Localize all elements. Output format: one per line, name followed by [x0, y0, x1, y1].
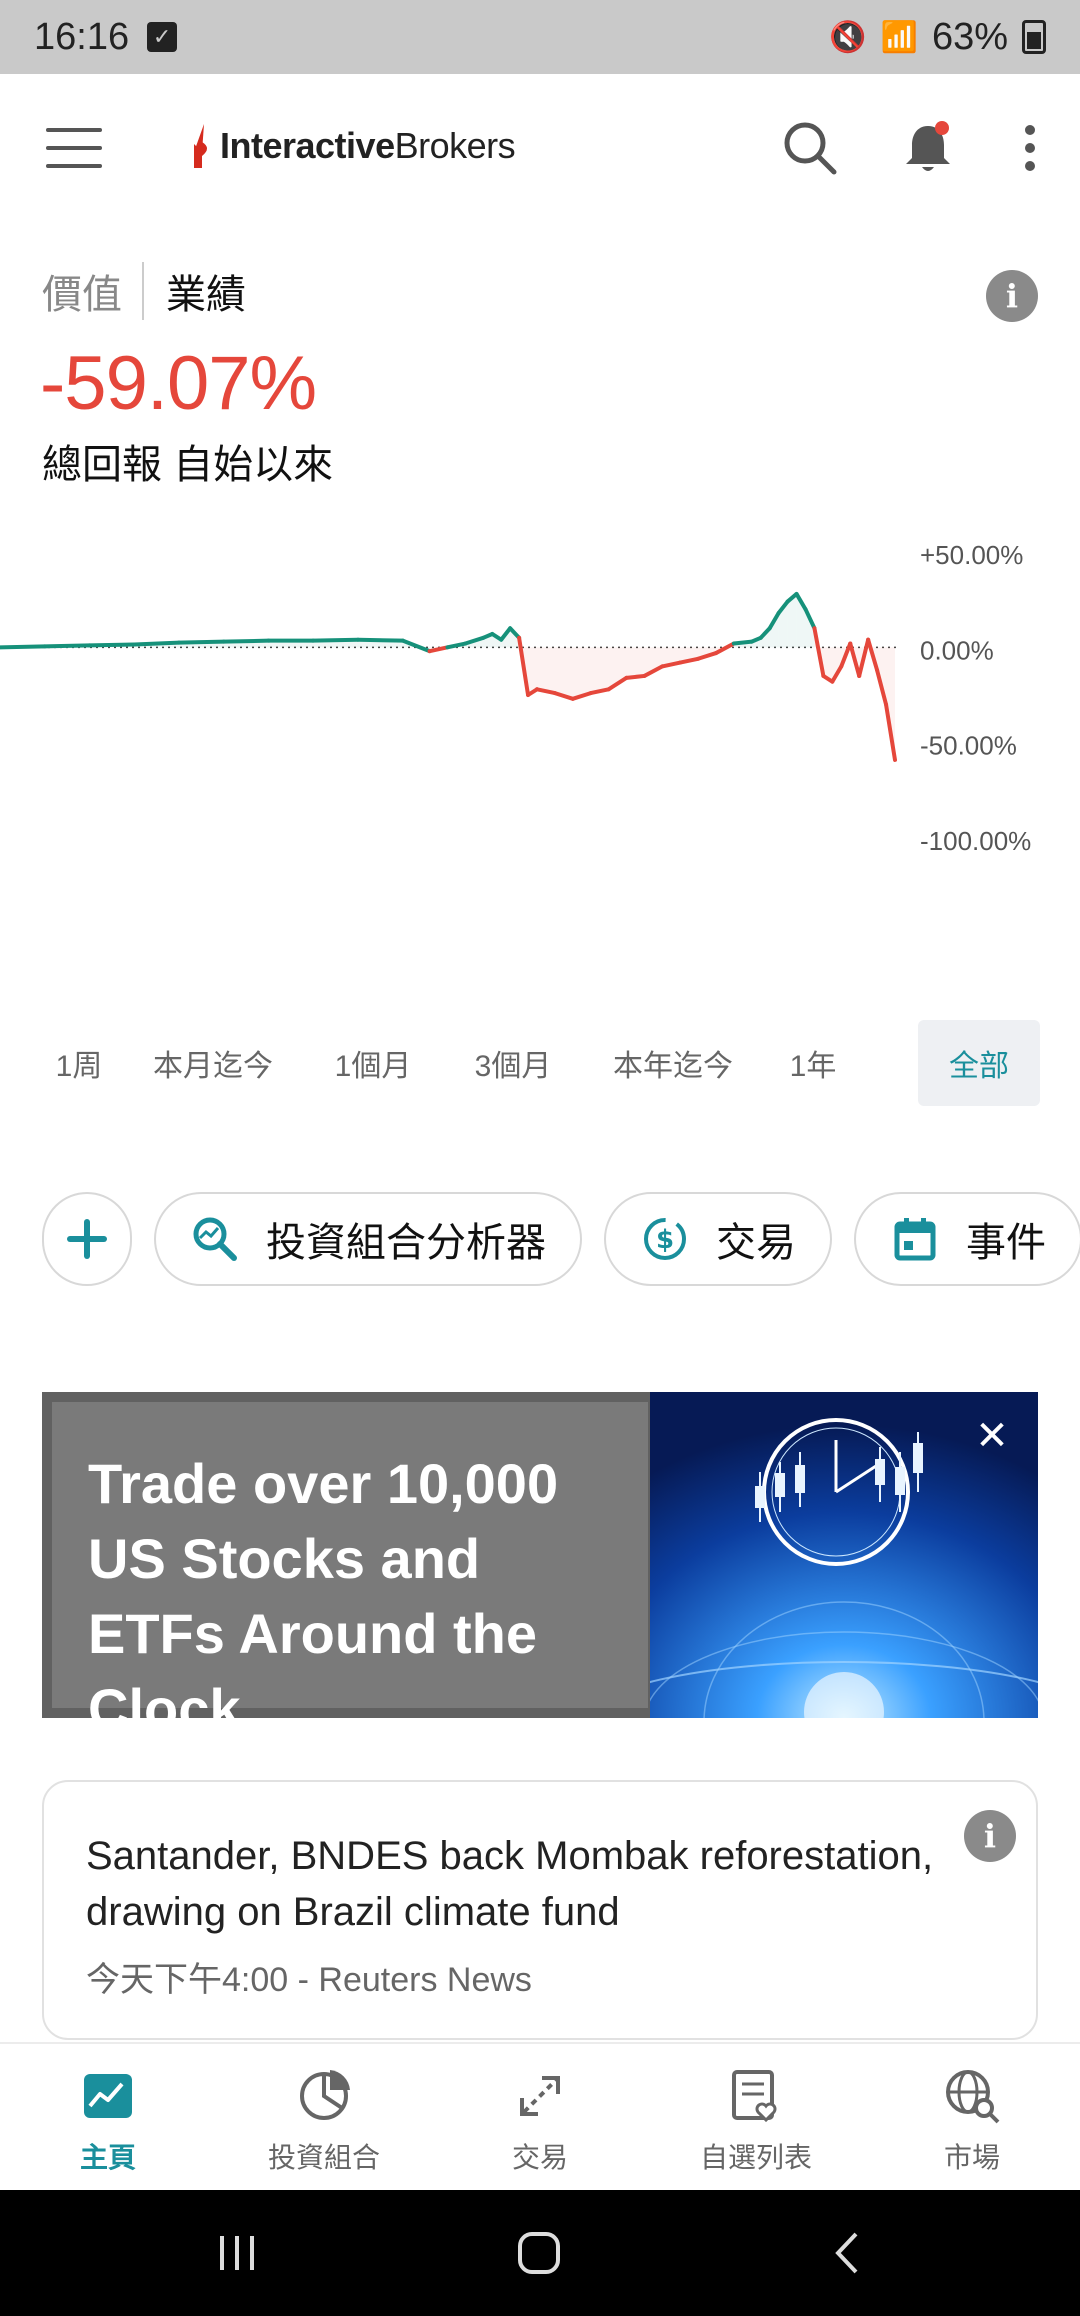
home-chart-icon	[84, 2074, 132, 2118]
news-card[interactable]: Santander, BNDES back Mombak reforestati…	[42, 1780, 1038, 2040]
nav-watchlist[interactable]: 自選列表	[648, 2044, 864, 2190]
portfolio-analyzer-label: 投資組合分析器	[266, 1221, 546, 1265]
chart-area-segment	[554, 647, 573, 699]
total-return-value: -59.07%	[40, 341, 317, 426]
nav-markets[interactable]: 市場	[864, 2044, 1080, 2190]
chart-line-segment	[177, 639, 226, 645]
interactive-brokers-logo: Interactive Brokers	[188, 122, 516, 170]
period-1w[interactable]: 1周	[40, 1020, 118, 1106]
status-bar: 16:16 ✓ 🔇 📶 63%	[0, 0, 1080, 74]
logo-text-bold: Interactive	[220, 125, 395, 166]
nav-portfolio-label: 投資組合	[267, 2142, 380, 2173]
portfolio-analyzer-button[interactable]: 投資組合分析器	[154, 1192, 582, 1286]
portfolio-pie-icon	[300, 2070, 350, 2120]
y-tick-label: +50.00%	[920, 540, 1023, 570]
portfolio-analyzer-icon	[193, 1217, 237, 1261]
chart-line-segment	[0, 644, 47, 650]
battery-icon	[1022, 20, 1046, 54]
news-info-icon[interactable]: i	[964, 1810, 1016, 1862]
nav-trade-label: 交易	[511, 2142, 568, 2173]
period-selector: 1周 本月迄今 1個月 3個月 本年迄今 1年 全部	[40, 1020, 1040, 1106]
nav-markets-label: 市場	[943, 2142, 1000, 2173]
chart-line-segment	[311, 637, 360, 643]
nav-home-label: 主頁	[79, 2142, 136, 2173]
chart-line-segment	[42, 643, 92, 649]
news-headline: Santander, BNDES back Mombak reforestati…	[86, 1834, 934, 1934]
recent-apps-icon[interactable]	[214, 2230, 260, 2276]
trade-arrows-icon	[520, 2076, 560, 2116]
chart-line-segment	[731, 639, 754, 646]
y-tick-label: -50.00%	[920, 731, 1017, 761]
total-return-label: 總回報 自始以來	[42, 443, 334, 487]
back-icon[interactable]	[826, 2230, 872, 2276]
status-time: 16:16	[34, 15, 130, 58]
chart-line-segment	[624, 673, 647, 680]
events-button[interactable]: 事件	[854, 1192, 1080, 1286]
value-performance-toggle: 價值 業績	[42, 262, 246, 320]
app-header: Interactive Brokers	[0, 74, 1080, 224]
quick-actions: 投資組合分析器 $ 交易 事件	[42, 1192, 1080, 1286]
chart-line-segment	[132, 640, 181, 647]
svg-text:$: $	[656, 1225, 674, 1255]
performance-chart[interactable]: +50.00% 0.00% -50.00% -100.00%	[0, 520, 1080, 990]
period-3m[interactable]: 3個月	[438, 1020, 588, 1106]
trade-dollar-icon: $	[644, 1218, 686, 1260]
period-mtd[interactable]: 本月迄今	[118, 1020, 308, 1106]
tab-value[interactable]: 價值	[42, 262, 144, 320]
trade-button[interactable]: $ 交易	[604, 1192, 832, 1286]
notifications-bell-icon[interactable]	[898, 118, 958, 178]
bottom-navigation: 主頁 投資組合 交易 自選列表 市場	[0, 2042, 1080, 2190]
y-tick-label: 0.00%	[920, 635, 994, 665]
menu-icon[interactable]	[46, 128, 102, 168]
watchlist-icon	[732, 2070, 777, 2123]
chart-area-segment	[590, 647, 609, 694]
logo-text-regular: Brokers	[394, 125, 516, 166]
events-label: 事件	[966, 1221, 1046, 1265]
home-button-icon[interactable]	[516, 2230, 562, 2276]
close-banner-icon[interactable]: ✕	[970, 1414, 1014, 1458]
promo-banner[interactable]: Trade over 10,000 US Stocks and ETFs Aro…	[42, 1392, 1038, 1718]
promo-text-panel: Trade over 10,000 US Stocks and ETFs Aro…	[52, 1402, 648, 1718]
trade-label: 交易	[716, 1221, 796, 1265]
period-1m[interactable]: 1個月	[308, 1020, 438, 1106]
add-action-button[interactable]	[42, 1192, 132, 1286]
mute-icon: 🔇	[829, 20, 867, 54]
more-options-icon[interactable]	[1010, 118, 1050, 178]
chart-line-segment	[356, 637, 405, 643]
notification-check-icon: ✓	[147, 22, 178, 52]
chart-area-segment	[572, 647, 591, 699]
promo-headline: Trade over 10,000 US Stocks and ETFs Aro…	[88, 1452, 559, 1718]
tab-performance[interactable]: 業績	[144, 262, 246, 320]
y-tick-label: -100.00%	[920, 826, 1031, 856]
nav-portfolio[interactable]: 投資組合	[216, 2044, 432, 2190]
calendar-icon	[894, 1218, 936, 1261]
news-meta: 今天下午4:00 - Reuters News	[86, 1961, 532, 1999]
chart-line-segment	[221, 638, 271, 644]
nav-watchlist-label: 自選列表	[699, 2142, 812, 2173]
chart-area-segment	[626, 647, 645, 678]
period-1y[interactable]: 1年	[758, 1020, 868, 1106]
period-all[interactable]: 全部	[918, 1020, 1040, 1106]
chart-area-segment	[537, 647, 555, 694]
chart-line-segment	[87, 642, 137, 648]
battery-percent: 63%	[931, 15, 1008, 58]
wifi-icon: 📶	[880, 20, 918, 54]
performance-info-icon[interactable]: i	[986, 270, 1038, 322]
period-ytd[interactable]: 本年迄今	[588, 1020, 758, 1106]
market-globe-icon	[946, 2070, 1000, 2124]
nav-trade[interactable]: 交易	[432, 2044, 648, 2190]
search-icon[interactable]	[780, 118, 840, 178]
system-navigation-bar	[0, 2190, 1080, 2316]
plus-icon	[67, 1219, 107, 1259]
nav-home[interactable]: 主頁	[0, 2044, 216, 2190]
ib-logo-mark	[194, 124, 207, 168]
